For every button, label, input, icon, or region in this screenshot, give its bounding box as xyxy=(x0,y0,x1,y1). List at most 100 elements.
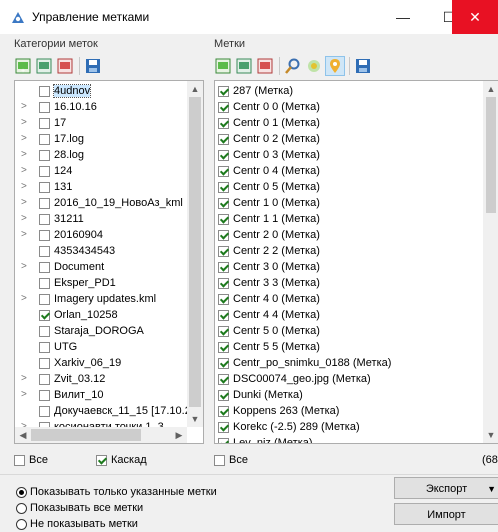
mark-item[interactable]: Centr 2 2 (Метка) xyxy=(218,243,320,259)
radio-show-selected[interactable] xyxy=(16,486,27,498)
mark-item[interactable]: Centr 4 0 (Метка) xyxy=(218,291,320,307)
export-button[interactable]: Экспорт ▼ xyxy=(394,477,498,499)
mark-checkbox[interactable] xyxy=(218,117,229,129)
category-checkbox[interactable] xyxy=(39,229,50,241)
mark-item[interactable]: Centr 3 3 (Метка) xyxy=(218,275,320,291)
minimize-button[interactable]: — xyxy=(380,0,426,34)
scroll-left-icon[interactable]: ◀ xyxy=(15,427,31,443)
category-checkbox[interactable] xyxy=(39,117,50,129)
option-show-selected[interactable]: Показывать только указанные метки xyxy=(16,484,217,500)
add-mark-icon[interactable] xyxy=(214,57,232,75)
mark-item[interactable]: 287 (Метка) xyxy=(218,83,293,99)
save-categories-icon[interactable] xyxy=(84,57,102,75)
mark-checkbox[interactable] xyxy=(218,325,229,337)
mark-item[interactable]: Centr 0 2 (Метка) xyxy=(218,131,320,147)
add-category-icon[interactable]: + xyxy=(14,57,32,75)
marks-all-checkbox-box[interactable] xyxy=(214,454,225,466)
mark-checkbox[interactable] xyxy=(218,357,229,369)
mark-item[interactable]: Centr 5 0 (Метка) xyxy=(218,323,320,339)
mark-item[interactable]: Centr 2 0 (Метка) xyxy=(218,227,320,243)
option-show-all[interactable]: Показывать все метки xyxy=(16,500,143,516)
mark-checkbox[interactable] xyxy=(218,213,229,225)
mark-item[interactable]: Dunki (Метка) xyxy=(218,387,303,403)
delete-mark-icon[interactable] xyxy=(256,57,274,75)
mark-item[interactable]: Centr 0 5 (Метка) xyxy=(218,179,320,195)
mark-checkbox[interactable] xyxy=(218,101,229,113)
close-button[interactable]: ✕ xyxy=(452,0,498,34)
mark-item[interactable]: Centr 0 1 (Метка) xyxy=(218,115,320,131)
categories-hscroll[interactable]: ◀ ▶ xyxy=(15,427,187,443)
category-checkbox[interactable] xyxy=(39,293,50,305)
category-checkbox[interactable] xyxy=(39,277,50,289)
import-button[interactable]: Импорт xyxy=(394,503,498,525)
mark-checkbox[interactable] xyxy=(218,149,229,161)
mark-checkbox[interactable] xyxy=(218,181,229,193)
edit-category-icon[interactable] xyxy=(35,57,53,75)
expand-chevron-icon[interactable]: > xyxy=(21,227,29,243)
delete-category-icon[interactable] xyxy=(56,57,74,75)
mark-checkbox[interactable] xyxy=(218,165,229,177)
expand-chevron-icon[interactable]: > xyxy=(21,179,29,195)
expand-chevron-icon[interactable]: > xyxy=(21,371,29,387)
pin-icon[interactable] xyxy=(325,56,345,76)
all-checkbox-box[interactable] xyxy=(14,454,25,466)
mark-checkbox[interactable] xyxy=(218,309,229,321)
expand-chevron-icon[interactable]: > xyxy=(21,147,29,163)
categories-hscroll-thumb[interactable] xyxy=(31,429,141,441)
expand-chevron-icon[interactable]: > xyxy=(21,387,29,403)
mark-checkbox[interactable] xyxy=(218,197,229,209)
mark-item[interactable]: Centr 0 3 (Метка) xyxy=(218,147,320,163)
mark-item[interactable]: Centr 4 4 (Метка) xyxy=(218,307,320,323)
mark-item[interactable]: Koppens 263 (Метка) xyxy=(218,403,339,419)
mark-checkbox[interactable] xyxy=(218,133,229,145)
mark-checkbox[interactable] xyxy=(218,85,229,97)
mark-checkbox[interactable] xyxy=(218,293,229,305)
expand-chevron-icon[interactable]: > xyxy=(21,99,29,115)
marks-all-checkbox[interactable]: Все xyxy=(214,452,248,468)
category-checkbox[interactable] xyxy=(39,373,50,385)
marks-scroll-up-icon[interactable]: ▲ xyxy=(483,81,498,97)
expand-chevron-icon[interactable]: > xyxy=(21,195,29,211)
expand-chevron-icon[interactable]: > xyxy=(21,259,29,275)
mark-item[interactable]: Centr 5 5 (Метка) xyxy=(218,339,320,355)
categories-all-checkbox[interactable]: Все xyxy=(14,452,48,468)
category-checkbox[interactable] xyxy=(39,149,50,161)
category-checkbox[interactable] xyxy=(39,181,50,193)
mark-item[interactable]: Lev_niz (Метка) xyxy=(218,435,313,443)
categories-tree[interactable]: 4udnov >16.10.16 >17 >17.log >28.log >124 >131… xyxy=(14,80,204,444)
category-checkbox[interactable] xyxy=(39,261,50,273)
radio-show-none[interactable] xyxy=(16,518,27,530)
cascade-checkbox[interactable]: Каскад xyxy=(96,452,147,468)
marks-list[interactable]: 287 (Метка) Centr 0 0 (Метка) Centr 0 1 (М… xyxy=(214,80,498,444)
category-checkbox[interactable] xyxy=(39,341,50,353)
category-checkbox[interactable] xyxy=(39,197,50,209)
scroll-up-icon[interactable]: ▲ xyxy=(187,81,203,97)
scroll-right-icon[interactable]: ▶ xyxy=(171,427,187,443)
category-checkbox[interactable] xyxy=(39,133,50,145)
edit-mark-icon[interactable] xyxy=(235,57,253,75)
dropdown-arrow-icon[interactable]: ▼ xyxy=(487,478,496,500)
expand-chevron-icon[interactable]: > xyxy=(21,115,29,131)
category-checkbox[interactable] xyxy=(39,245,50,257)
mark-checkbox[interactable] xyxy=(218,261,229,273)
mark-checkbox[interactable] xyxy=(218,373,229,385)
mark-item[interactable]: Centr_po_snimku_0188 (Метка) xyxy=(218,355,391,371)
mark-checkbox[interactable] xyxy=(218,229,229,241)
mark-item[interactable]: Centr 3 0 (Метка) xyxy=(218,259,320,275)
mark-item[interactable]: Centr 0 4 (Метка) xyxy=(218,163,320,179)
marks-scroll-down-icon[interactable]: ▼ xyxy=(483,427,498,443)
category-checkbox[interactable] xyxy=(39,405,50,417)
mark-checkbox[interactable] xyxy=(218,437,229,443)
mark-item[interactable]: Centr 1 0 (Метка) xyxy=(218,195,320,211)
categories-vscroll[interactable]: ▲ ▼ xyxy=(187,81,203,427)
mark-checkbox[interactable] xyxy=(218,389,229,401)
expand-chevron-icon[interactable]: > xyxy=(21,131,29,147)
save-marks-icon[interactable] xyxy=(354,57,372,75)
mark-item[interactable]: Korekc (-2.5) 289 (Метка) xyxy=(218,419,360,435)
categories-vscroll-thumb[interactable] xyxy=(189,97,201,407)
mark-checkbox[interactable] xyxy=(218,245,229,257)
goto-mark-icon[interactable] xyxy=(305,57,323,75)
mark-checkbox[interactable] xyxy=(218,341,229,353)
category-checkbox[interactable] xyxy=(39,357,50,369)
category-checkbox[interactable] xyxy=(39,165,50,177)
